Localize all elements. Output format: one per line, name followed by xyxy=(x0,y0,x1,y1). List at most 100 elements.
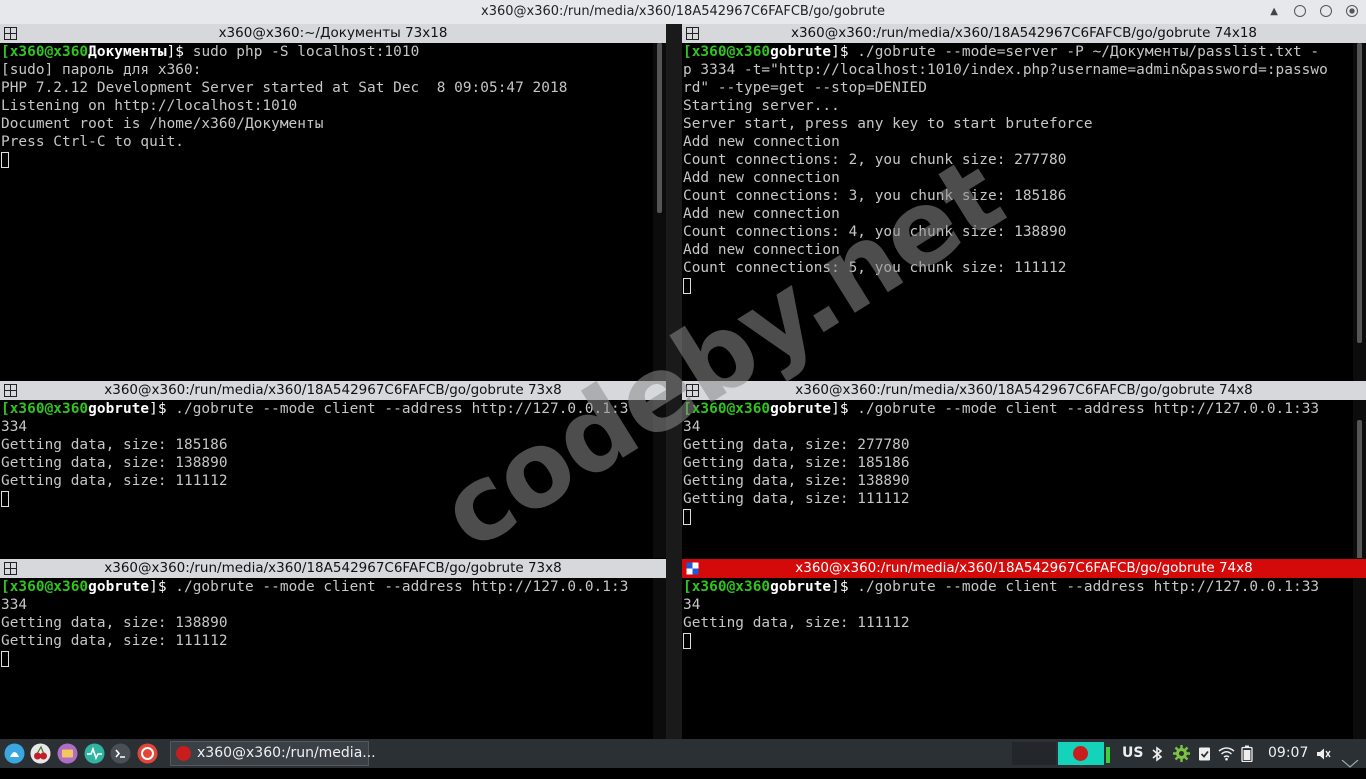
terminal-output[interactable]: [x360@x360gobrute]$ ./gobrute --mode cli… xyxy=(682,578,1366,739)
output-line: Count connections: 4, you chunk size: 13… xyxy=(683,224,1067,240)
prompt-symbol: ]$ xyxy=(831,44,849,60)
terminal-output[interactable]: [x360@x360Документы]$ sudo php -S localh… xyxy=(0,43,666,381)
split-pane-icon[interactable] xyxy=(686,27,699,40)
output-line: Getting data, size: 138890 xyxy=(1,455,228,471)
prompt-line: [x360@x360Документы]$ sudo php -S localh… xyxy=(1,43,666,61)
scrollbar[interactable] xyxy=(1353,578,1366,739)
scrollbar-thumb[interactable] xyxy=(1357,43,1362,343)
text-cursor xyxy=(1,152,9,168)
terminal-pane[interactable]: x360@x360:/run/media/x360/18A542967C6FAF… xyxy=(682,381,1366,558)
scrollbar-thumb[interactable] xyxy=(657,43,662,213)
prompt-dir: gobrute xyxy=(88,579,150,595)
prompt-user: [x360@x360 xyxy=(1,44,89,60)
output-line: Add new connection xyxy=(683,170,840,186)
terminal-app-icon xyxy=(176,746,191,761)
prompt-dir: gobrute xyxy=(88,401,150,417)
prompt-line: [x360@x360gobrute]$ ./gobrute --mode cli… xyxy=(683,400,1366,418)
output-line: Server start, press any key to start bru… xyxy=(683,116,1093,132)
pane-title[interactable]: x360@x360:/run/media/x360/18A542967C6FAF… xyxy=(682,381,1366,400)
prompt-symbol: ]$ xyxy=(166,44,185,60)
terminal-output[interactable]: [x360@x360gobrute]$ ./gobrute --mode cli… xyxy=(0,578,666,739)
workspace-1[interactable] xyxy=(1012,742,1056,765)
cursor-line xyxy=(1,650,666,668)
prompt-user: [x360@x360 xyxy=(683,579,771,595)
pane-divider[interactable] xyxy=(666,24,682,739)
output-line: Getting data, size: 138890 xyxy=(1,615,228,631)
wifi-icon[interactable] xyxy=(1218,746,1235,761)
workspace-2[interactable] xyxy=(1058,742,1104,765)
prompt-symbol: ]$ xyxy=(831,579,849,595)
prompt-dir: gobrute xyxy=(770,44,832,60)
close-icon[interactable] xyxy=(1346,5,1358,17)
prompt-symbol: ]$ xyxy=(149,579,167,595)
command-text: ./gobrute --mode=server -P ~/Документы/p… xyxy=(848,44,1320,60)
task-item-terminal[interactable]: x360@x360:/run/media... xyxy=(170,741,376,766)
split-pane-icon[interactable] xyxy=(686,384,699,397)
output-line: p 3334 -t="http://localhost:1010/index.p… xyxy=(683,62,1328,78)
cursor-line xyxy=(1,151,666,169)
window-menu-icon[interactable]: ▲ xyxy=(1270,6,1278,17)
terminal-pane[interactable]: x360@x360:/run/media/x360/18A542967C6FAF… xyxy=(682,559,1366,739)
pane-title[interactable]: x360@x360:/run/media/x360/18A542967C6FAF… xyxy=(0,381,666,400)
terminal-output[interactable]: [x360@x360gobrute]$ ./gobrute --mode cli… xyxy=(682,400,1366,558)
split-pane-icon[interactable] xyxy=(4,562,17,575)
maximize-icon[interactable] xyxy=(1320,5,1332,17)
terminal-pane[interactable]: x360@x360:/run/media/x360/18A542967C6FAF… xyxy=(0,381,666,558)
battery-icon[interactable] xyxy=(1241,745,1253,762)
scrollbar[interactable] xyxy=(653,578,666,739)
prompt-line: [x360@x360gobrute]$ ./gobrute --mode cli… xyxy=(683,578,1366,596)
output-line: [sudo] пароль для x360: xyxy=(1,62,202,78)
scrollbar[interactable] xyxy=(653,400,666,558)
cherry-icon[interactable] xyxy=(30,743,51,764)
output-line: Starting server... xyxy=(683,98,840,114)
terminal-pane[interactable]: x360@x360:/run/media/x360/18A542967C6FAF… xyxy=(682,24,1366,381)
command-text: ./gobrute --mode client --address http:/… xyxy=(166,401,629,417)
terminal-pane[interactable]: x360@x360:/run/media/x360/18A542967C6FAF… xyxy=(0,559,666,739)
output-line: Count connections: 3, you chunk size: 18… xyxy=(683,188,1067,204)
scrollbar-thumb[interactable] xyxy=(1357,420,1362,558)
clipboard-icon[interactable] xyxy=(1197,745,1212,762)
prompt-dir: gobrute xyxy=(770,401,832,417)
output-line: Add new connection xyxy=(683,242,840,258)
scrollbar[interactable] xyxy=(653,43,666,381)
text-cursor xyxy=(1,491,9,507)
prompt-dir: gobrute xyxy=(770,579,832,595)
output-line: Getting data, size: 277780 xyxy=(683,437,910,453)
pane-title-text: x360@x360:/run/media/x360/18A542967C6FAF… xyxy=(795,382,1253,398)
output-line: rd" --type=get --stop=DENIED xyxy=(683,80,927,96)
volume-icon[interactable] xyxy=(1316,747,1332,761)
command-text: sudo php -S localhost:1010 xyxy=(184,44,420,60)
pane-title[interactable]: x360@x360:/run/media/x360/18A542967C6FAF… xyxy=(682,24,1366,43)
updates-icon[interactable] xyxy=(1172,744,1191,763)
output-line: Document root is /home/x360/Документы xyxy=(1,116,324,132)
split-pane-icon[interactable] xyxy=(4,384,17,397)
prompt-user: [x360@x360 xyxy=(683,401,771,417)
keyboard-layout[interactable]: US xyxy=(1122,739,1143,768)
pane-title[interactable]: x360@x360:/run/media/x360/18A542967C6FAF… xyxy=(0,559,666,578)
split-pane-icon[interactable] xyxy=(686,562,699,575)
clock[interactable]: 09:07 xyxy=(1268,739,1308,768)
bluetooth-icon[interactable] xyxy=(1150,746,1164,762)
window-titlebar[interactable]: x360@x360:/run/media/x360/18A542967C6FAF… xyxy=(0,0,1366,24)
terminal-output[interactable]: [x360@x360gobrute]$ ./gobrute --mode cli… xyxy=(0,400,666,558)
pane-title[interactable]: x360@x360:~/Документы 73x18 xyxy=(0,24,666,43)
terminal-icon[interactable] xyxy=(110,743,131,764)
prompt-user: [x360@x360 xyxy=(683,44,771,60)
prompt-user: [x360@x360 xyxy=(1,401,89,417)
prompt-dir: Документы xyxy=(88,44,167,60)
minimize-icon[interactable] xyxy=(1294,5,1306,17)
split-pane-icon[interactable] xyxy=(4,27,17,40)
terminal-pane[interactable]: x360@x360:~/Документы 73x18 [x360@x360Док… xyxy=(0,24,666,381)
tray-arrow-icon[interactable] xyxy=(1340,750,1360,768)
pane-title-text: x360@x360:/run/media/x360/18A542967C6FAF… xyxy=(795,560,1253,576)
file-manager-icon[interactable] xyxy=(57,743,78,764)
app-menu-icon[interactable] xyxy=(4,743,25,764)
pane-title[interactable]: x360@x360:/run/media/x360/18A542967C6FAF… xyxy=(682,559,1366,578)
scrollbar[interactable] xyxy=(1353,43,1366,381)
output-line: 334 xyxy=(1,419,28,435)
terminal-output[interactable]: [x360@x360gobrute]$ ./gobrute --mode=ser… xyxy=(682,43,1366,381)
system-monitor-icon[interactable] xyxy=(84,743,105,764)
output-line: Count connections: 2, you chunk size: 27… xyxy=(683,152,1067,168)
scrollbar[interactable] xyxy=(1353,400,1366,558)
browser-icon[interactable] xyxy=(137,743,158,764)
